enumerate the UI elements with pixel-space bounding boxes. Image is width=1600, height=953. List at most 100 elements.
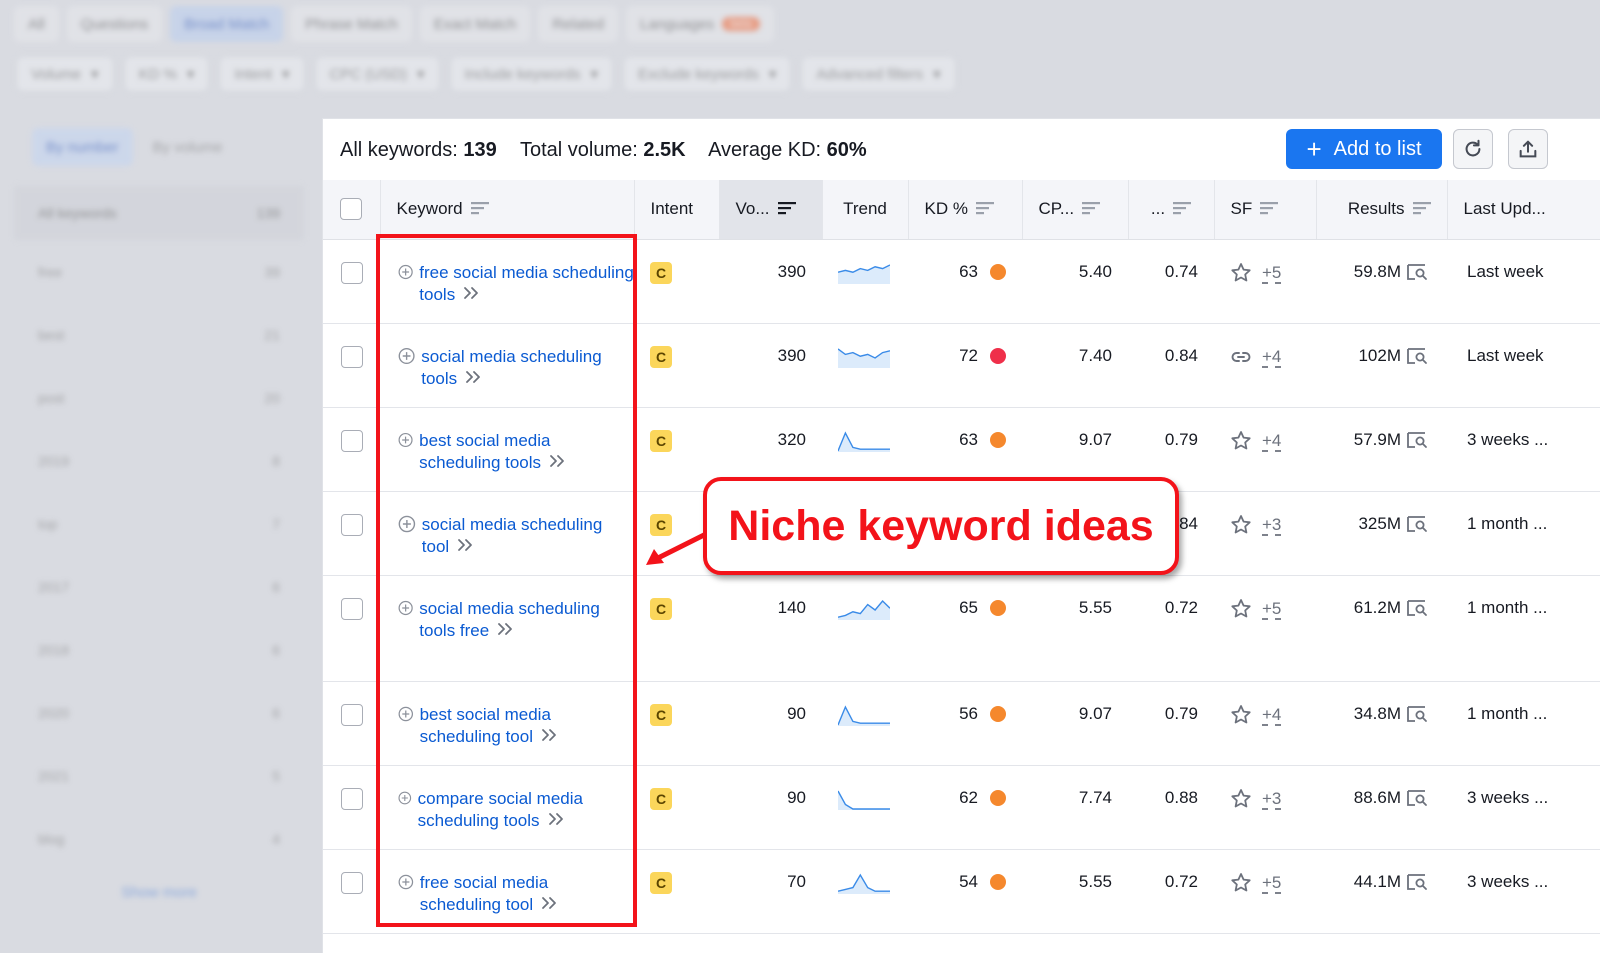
refresh-button[interactable] <box>1453 129 1493 169</box>
kd-difficulty-dot <box>990 705 1006 722</box>
kd-difficulty-dot <box>990 263 1006 280</box>
tab-0[interactable]: All <box>14 6 59 42</box>
results-value: 59.8M <box>1353 261 1401 281</box>
filter-dropdown-0[interactable]: Volume ▾ <box>16 56 114 92</box>
volume-cell: 390 <box>719 323 822 408</box>
chevron-down-icon: ▾ <box>933 66 941 83</box>
filter-dropdown-3[interactable]: CPC (USD) ▾ <box>314 56 440 92</box>
sf-cell: +4 <box>1214 681 1316 766</box>
header-sf-label: SF <box>1230 198 1253 218</box>
sidebar-group-item[interactable]: blog 4 <box>14 807 304 870</box>
header-volume[interactable]: Vo... <box>719 180 823 240</box>
row-checkbox[interactable] <box>340 597 363 620</box>
row-checkbox[interactable] <box>340 345 363 368</box>
kd-wrap: 72 <box>908 346 1022 366</box>
results-cell: 88.6M <box>1316 765 1447 850</box>
filter-dropdown-1[interactable]: KD % ▾ <box>123 56 210 92</box>
sf-more-link[interactable]: +3 <box>1262 789 1281 809</box>
kd-cell: 56 <box>908 681 1022 766</box>
row-checkbox[interactable] <box>340 787 363 810</box>
header-keyword[interactable]: Keyword <box>380 180 635 240</box>
sidebar-group-item[interactable]: 2021 5 <box>14 744 304 807</box>
sidebar-group-item[interactable]: best 21 <box>14 303 304 366</box>
trend-sparkline <box>837 790 890 810</box>
tab-1[interactable]: Questions <box>66 6 163 42</box>
filter-dropdown-5[interactable]: Exclude keywords ▾ <box>622 56 792 92</box>
sidebar-group-item[interactable]: free 39 <box>14 240 304 303</box>
sidebar-group-item[interactable]: 2020 6 <box>14 681 304 744</box>
sf-wrap: +5 <box>1214 598 1316 620</box>
last-update-cell: 3 weeks ... <box>1447 765 1600 850</box>
star-icon <box>1231 430 1251 449</box>
sidebar-group-count: 6 <box>272 704 280 721</box>
header-results-label: Results <box>1347 198 1405 218</box>
header-sf[interactable]: SF <box>1214 180 1317 240</box>
tab-6[interactable]: Languages beta <box>626 6 774 42</box>
all-keywords-value: 139 <box>463 139 497 161</box>
sidebar-group-item[interactable]: 2018 6 <box>14 618 304 681</box>
sidebar-group-count: 21 <box>264 326 280 343</box>
cpc-cell: 7.40 <box>1022 323 1128 408</box>
kd-wrap: 63 <box>908 430 1022 450</box>
sidebar-group-item[interactable]: 2019 8 <box>14 429 304 492</box>
row-checkbox[interactable] <box>340 871 363 894</box>
total-volume-label: Total volume: <box>519 139 638 161</box>
tab-2[interactable]: Broad Match <box>170 6 284 42</box>
row-checkbox[interactable] <box>340 513 363 536</box>
header-kd[interactable]: KD % <box>908 180 1023 240</box>
kd-value: 62 <box>959 787 978 807</box>
filter-dropdown-6[interactable]: Advanced filters ▾ <box>801 56 956 92</box>
export-button[interactable] <box>1508 129 1548 169</box>
tab-4[interactable]: Exact Match <box>419 6 531 42</box>
sf-more-link[interactable]: +5 <box>1262 873 1281 893</box>
last-update-cell: 3 weeks ... <box>1447 849 1600 934</box>
header-cpc[interactable]: CP... <box>1022 180 1129 240</box>
sf-more-link[interactable]: +4 <box>1262 347 1281 367</box>
header-trend-label: Trend <box>843 199 887 219</box>
tab-5[interactable]: Related <box>538 6 619 42</box>
sf-more-link[interactable]: +5 <box>1262 263 1281 283</box>
sidebar-group-item[interactable]: top 7 <box>14 492 304 555</box>
results-wrap: 61.2M <box>1316 598 1447 618</box>
sf-more-link[interactable]: +3 <box>1262 515 1281 535</box>
cpc-cell: 7.74 <box>1022 765 1128 850</box>
add-to-list-button[interactable]: + Add to list <box>1286 129 1442 169</box>
row-checkbox[interactable] <box>340 261 363 284</box>
row-checkbox[interactable] <box>340 429 363 452</box>
row-select-cell <box>323 239 380 324</box>
row-checkbox[interactable] <box>340 703 363 726</box>
competition-cell: 0.74 <box>1128 239 1214 324</box>
select-all-checkbox[interactable] <box>340 198 363 221</box>
header-last-update[interactable]: Last Upd... <box>1447 180 1600 240</box>
kd-value: 65 <box>959 597 978 617</box>
segment-by-number[interactable]: By number <box>32 128 133 166</box>
filter-dropdown-4[interactable]: Include keywords ▾ <box>449 56 613 92</box>
cpc-cell: 5.55 <box>1022 575 1128 682</box>
sf-more-link[interactable]: +4 <box>1262 431 1281 451</box>
filter-dropdown-2[interactable]: Intent ▾ <box>219 56 305 92</box>
sidebar-group-item[interactable]: post 20 <box>14 366 304 429</box>
sidebar-group-all[interactable]: All keywords 139 <box>14 186 304 240</box>
sf-wrap: +5 <box>1214 872 1316 894</box>
sort-desc-icon <box>777 200 796 220</box>
kd-wrap: 63 <box>908 262 1022 282</box>
intent-cell: C <box>634 323 719 408</box>
segment-by-volume[interactable]: By volume <box>139 128 237 166</box>
star-icon <box>1231 598 1251 617</box>
tab-3[interactable]: Phrase Match <box>291 6 412 42</box>
show-more-link[interactable]: Show more <box>14 884 304 901</box>
kd-cell: 63 <box>908 239 1022 324</box>
sf-more-link[interactable]: +5 <box>1262 599 1281 619</box>
header-competition[interactable]: ... <box>1128 180 1215 240</box>
trend-cell <box>822 681 908 766</box>
sidebar-group-item[interactable]: 2017 6 <box>14 555 304 618</box>
intent-cell: C <box>634 407 719 492</box>
results-wrap: 325M <box>1316 514 1447 534</box>
header-volume-label: Vo... <box>735 198 770 218</box>
sort-lines-icon <box>1260 201 1279 214</box>
competition-cell: 0.72 <box>1128 575 1214 682</box>
sf-more-link[interactable]: +4 <box>1262 705 1281 725</box>
last-update-cell: Last week <box>1447 323 1600 408</box>
results-cell: 34.8M <box>1316 681 1447 766</box>
header-results[interactable]: Results <box>1316 180 1448 240</box>
